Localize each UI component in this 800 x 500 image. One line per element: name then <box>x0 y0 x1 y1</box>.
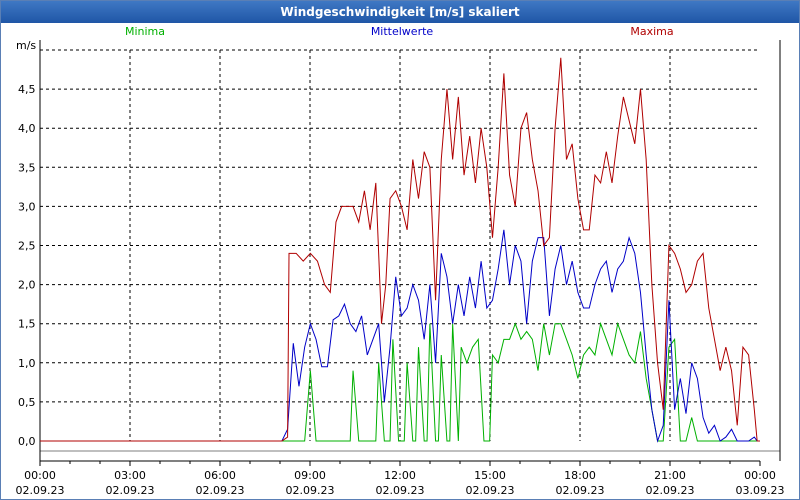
x-tick-time: 03:00 <box>114 469 146 482</box>
x-tick-date: 02.09.23 <box>286 484 335 497</box>
y-axis-unit-label: m/s <box>16 39 36 52</box>
wind-speed-chart: 0,0 0,5 1,0 1,5 2,0 2,5 3,0 3,5 4,0 4,5 00:00 02.0… <box>16 25 785 497</box>
x-tick-date: 02.09.23 <box>376 484 425 497</box>
y-tick-label: 3,0 <box>18 200 36 213</box>
y-tick-label: 2,5 <box>18 240 36 253</box>
x-tick-time: 15:00 <box>474 469 506 482</box>
y-tick-label: 4,5 <box>18 83 36 96</box>
y-tick-label: 0,5 <box>18 396 36 409</box>
y-tick-label: 2,0 <box>18 279 36 292</box>
y-axis-ticks: 0,0 0,5 1,0 1,5 2,0 2,5 3,0 3,5 4,0 4,5 <box>18 83 36 448</box>
y-tick-label: 4,0 <box>18 122 36 135</box>
grid-lines <box>40 49 760 441</box>
x-tick-time: 00:00 <box>744 469 776 482</box>
y-tick-label: 3,5 <box>18 161 36 174</box>
x-tick-date: 02.09.23 <box>106 484 155 497</box>
x-tick-date: 03.09.23 <box>736 484 785 497</box>
x-tick-time: 18:00 <box>564 469 596 482</box>
y-tick-label: 1,0 <box>18 357 36 370</box>
legend-minima: Minima <box>125 25 165 38</box>
x-tick-date: 02.09.23 <box>466 484 515 497</box>
x-tick-date: 02.09.23 <box>16 484 65 497</box>
legend-maxima: Maxima <box>630 25 673 38</box>
x-tick-time: 21:00 <box>654 469 686 482</box>
x-axis-ticks: 00:00 02.09.23 03:00 02.09.23 06:00 02.09.23 0… <box>16 461 785 497</box>
y-tick-label: 0,0 <box>18 435 36 448</box>
x-tick-date: 02.09.23 <box>646 484 695 497</box>
x-tick-date: 02.09.23 <box>196 484 245 497</box>
legend-mittelwerte: Mittelwerte <box>371 25 434 38</box>
x-tick-date: 02.09.23 <box>556 484 605 497</box>
x-tick-time: 09:00 <box>294 469 326 482</box>
x-tick-time: 12:00 <box>384 469 416 482</box>
x-tick-time: 00:00 <box>24 469 56 482</box>
x-tick-time: 06:00 <box>204 469 236 482</box>
y-tick-label: 1,5 <box>18 318 36 331</box>
